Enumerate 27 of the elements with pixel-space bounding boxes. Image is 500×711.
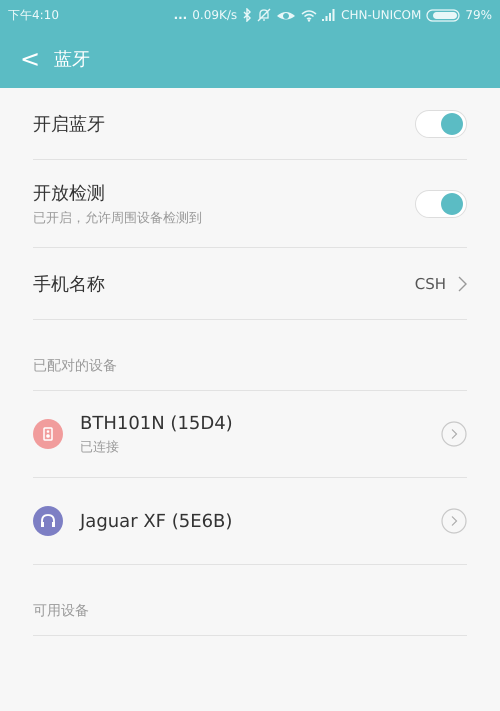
setting-description: 已开启，允许周围设备检测到 (33, 210, 203, 226)
device-details-button[interactable] (441, 508, 467, 534)
bluetooth-icon (242, 8, 252, 22)
device-status: 已连接 (80, 438, 120, 456)
network-speed: 0.09K/s (192, 8, 238, 22)
setting-label: 开启蓝牙 (33, 112, 106, 136)
wifi-icon (301, 8, 318, 22)
device-name: Jaguar XF (5E6B) (80, 510, 234, 532)
page-title: 蓝牙 (54, 48, 90, 71)
section-header: 可用设备 (33, 602, 89, 620)
carrier-name: CHN-UNICOM (341, 8, 422, 22)
toggle-switch[interactable] (415, 190, 467, 218)
status-time: 下午4:10 (8, 6, 59, 24)
device-details-button[interactable] (441, 421, 467, 447)
section-header: 已配对的设备 (33, 357, 117, 375)
device-name: BTH101N (15D4) (80, 412, 234, 434)
toggle-switch[interactable] (415, 110, 467, 138)
battery-percent: 79% (465, 8, 492, 22)
chevron-right-icon[interactable] (458, 276, 467, 292)
status-dots: ... (174, 8, 188, 22)
setting-label: 手机名称 (33, 272, 106, 296)
back-button[interactable]: < (0, 45, 54, 73)
battery-icon (426, 8, 460, 22)
phone-name-value: CSH (414, 274, 446, 292)
setting-label: 开放检测 (33, 182, 106, 204)
bell-off-icon (257, 8, 272, 22)
signal-icon (322, 9, 336, 21)
